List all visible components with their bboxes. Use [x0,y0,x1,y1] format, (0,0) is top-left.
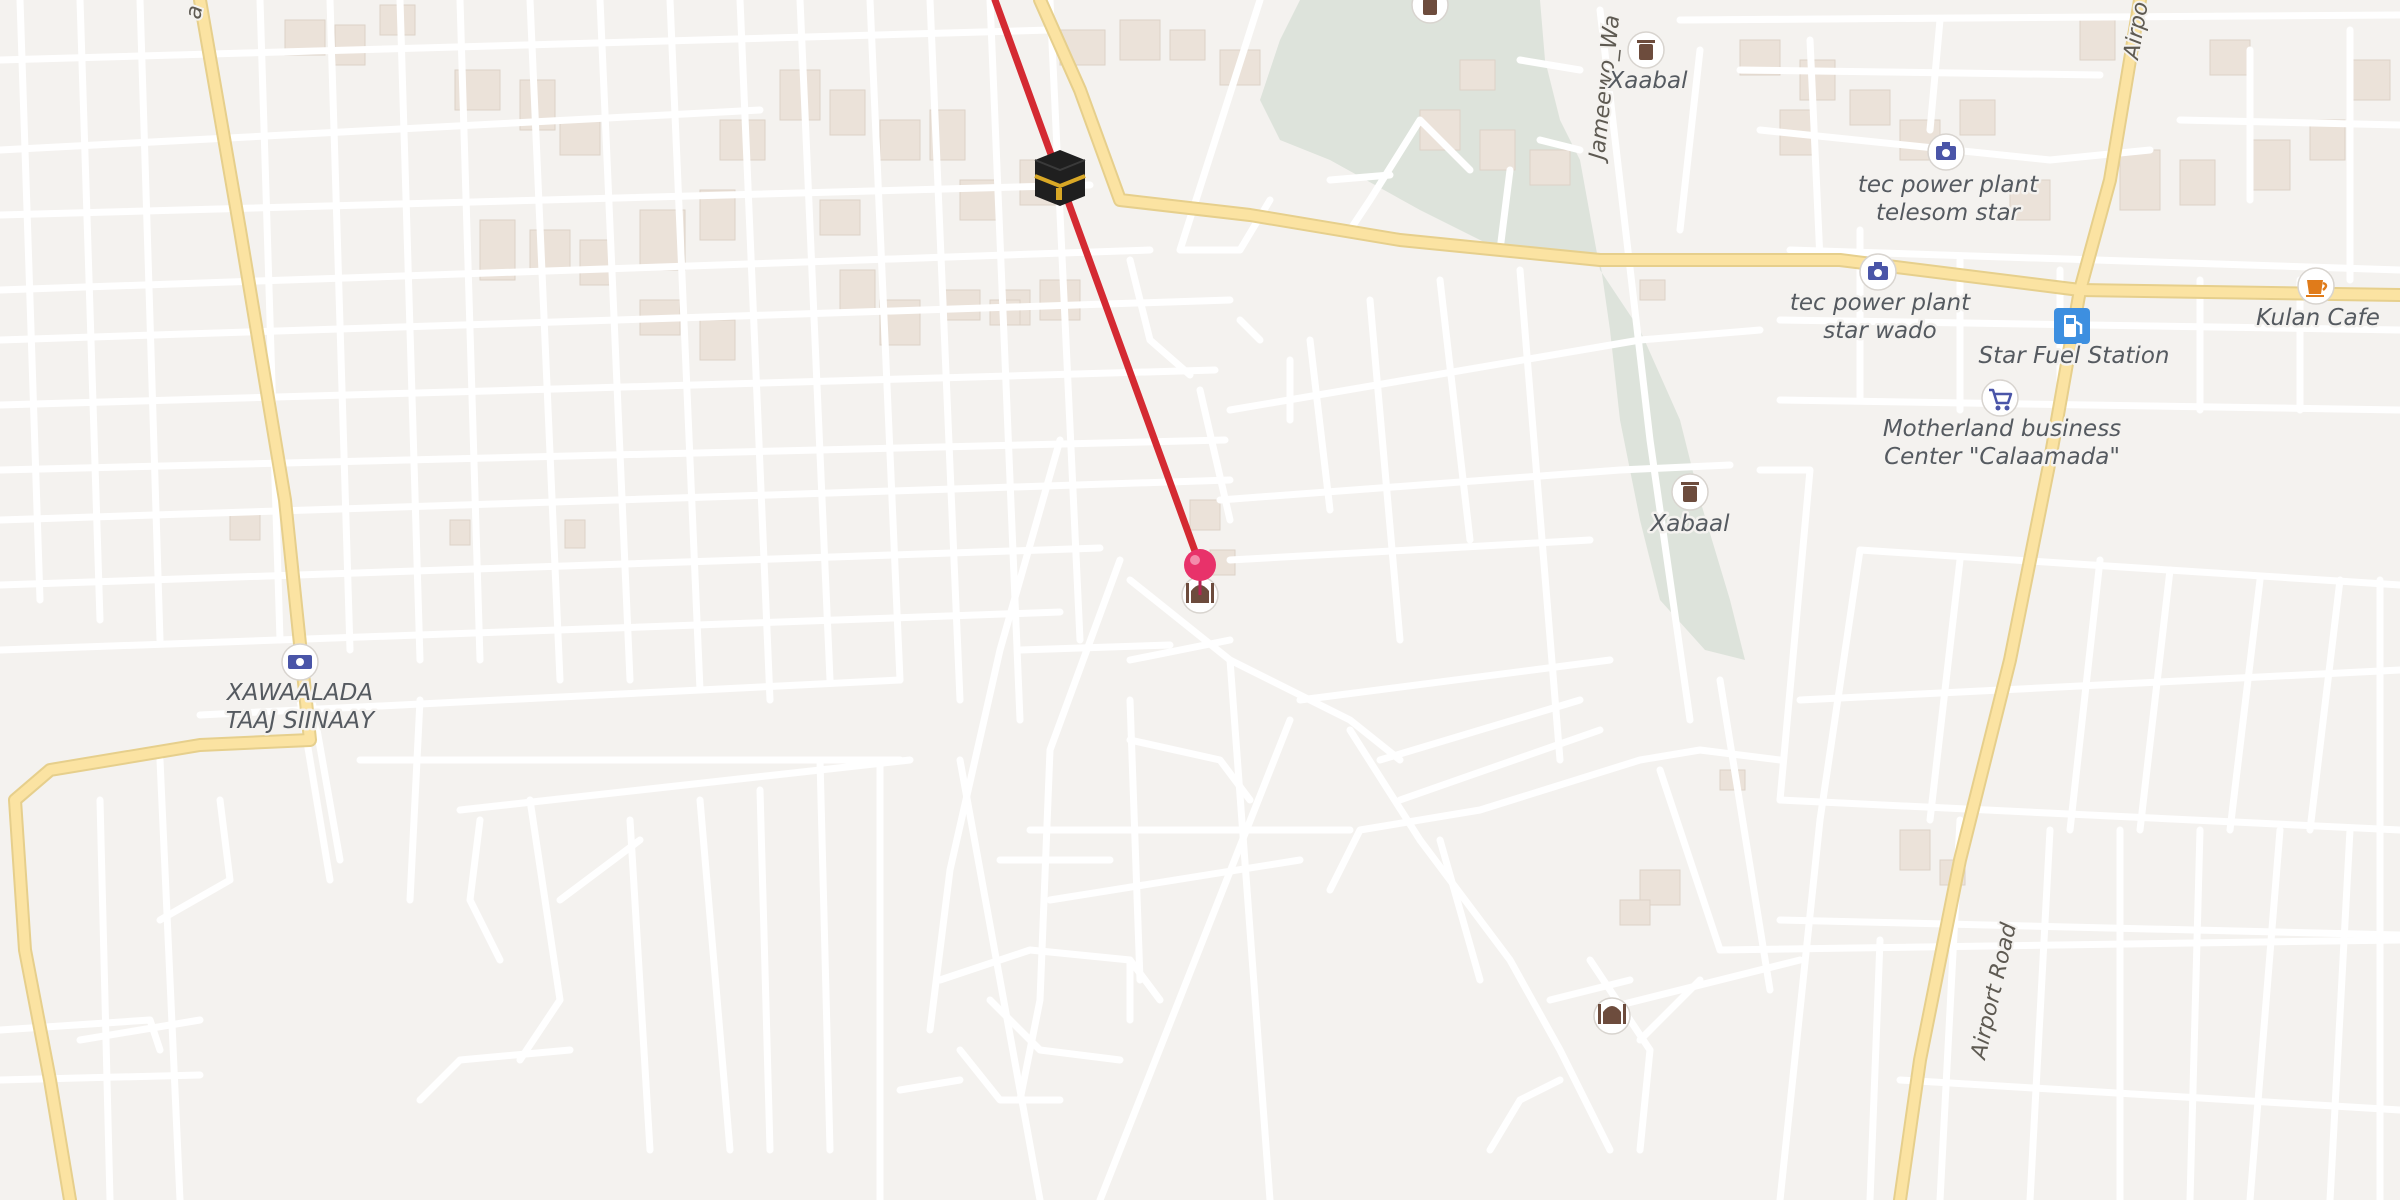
poi-star-fuel-station[interactable]: Star Fuel Station [1976,308,2172,372]
poi-motherland-business-center[interactable]: Motherland business Center "Calaamada" [1880,379,2124,473]
poi-tec-power-plant-telesom[interactable]: tec power plant telesom star [1855,133,2042,229]
road-label-airport-road-top: Airpo [2119,0,2154,63]
poi-label: Kulan Cafe [2256,305,2380,331]
poi-label-line2: telesom star [1876,200,2022,226]
poi-label: Motherland business [1883,416,2121,442]
poi-label: Star Fuel Station [1979,343,2170,369]
camera-icon [1859,253,1897,291]
poi-xawaalada-taaj-siinaay[interactable]: XAWAALADA TAAJ SIINAAY [223,643,379,737]
poi-label: XAWAALADA [226,680,373,706]
poi-label-line2: star wado [1823,318,1936,344]
poi-label: tec power plant [1790,290,1971,316]
waste-bin-icon [1671,473,1709,511]
poi-label-line2: TAAJ SIINAAY [226,708,376,734]
park-areas [1260,0,1745,660]
poi-label-line2: Center "Calaamada" [1884,444,2120,470]
camera-icon [1927,133,1965,171]
qibla-direction-line [991,0,1204,569]
poi-label: Xaabal [1607,68,1688,94]
coffee-cup-icon [2297,267,2335,305]
road-label-airport-road: Airport Road [1966,920,2022,1064]
mosque-icon-south[interactable] [1593,997,1631,1035]
fuel-pump-icon [2054,308,2090,344]
kaaba-icon[interactable] [1034,150,1086,206]
map-view[interactable]: Airport Road Airpo Jameewo_Wa a Xaabal t… [0,0,2400,1200]
waste-bin-icon [1627,31,1665,69]
poi-label: tec power plant [1858,172,2039,198]
banknote-icon [281,643,319,681]
shopping-cart-icon [1981,379,2019,417]
poi-label: Xabaal [1649,511,1730,537]
